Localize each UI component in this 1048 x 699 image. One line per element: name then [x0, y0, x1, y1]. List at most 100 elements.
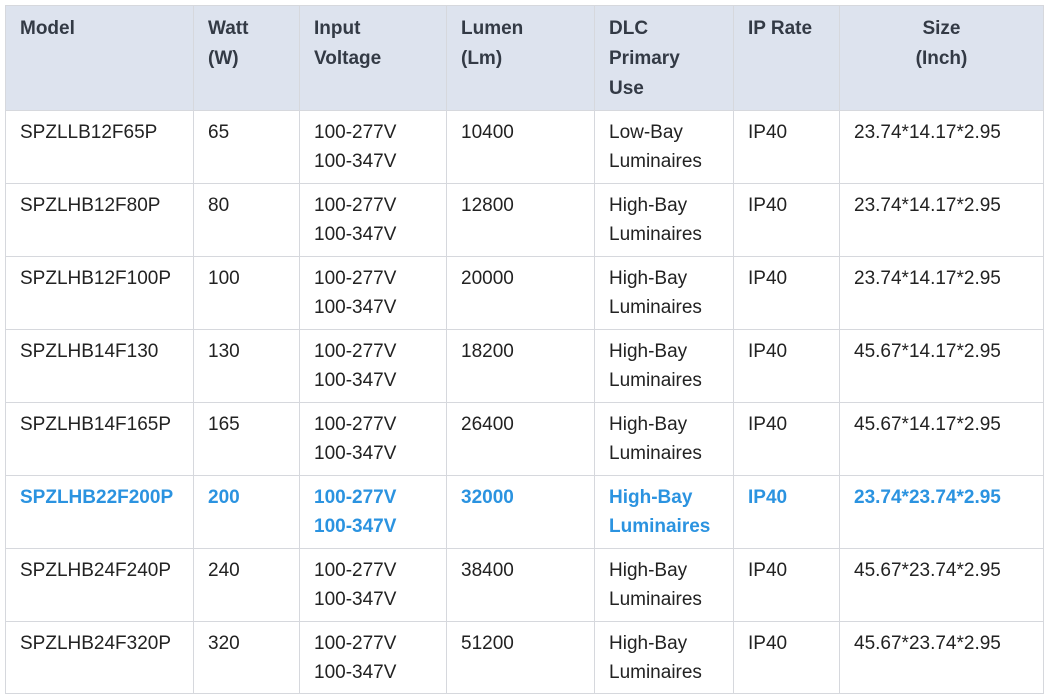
- dlc-use-text: High-Bay: [609, 633, 688, 654]
- ip-rate-text: IP40: [748, 414, 788, 435]
- model-text: SPZLHB12F100P: [20, 268, 172, 289]
- dlc-use-cell: High-Bay Luminaires: [594, 402, 734, 476]
- product-spec-table: Model Watt (W) Input Voltage Lumen (Lm) …: [5, 5, 1044, 694]
- lumen-text: 10400: [461, 122, 514, 143]
- size-text: 45.67*23.74*2.95: [854, 560, 1001, 581]
- voltage-cell: 100-277V 100-347V: [299, 621, 447, 694]
- size-cell: 45.67*14.17*2.95: [839, 402, 1044, 476]
- dlc-use-cell: High-Bay Luminaires: [594, 329, 734, 403]
- size-cell: 45.67*23.74*2.95: [839, 548, 1044, 622]
- ip-rate-text: IP40: [748, 487, 788, 508]
- table-header-row: Model Watt (W) Input Voltage Lumen (Lm) …: [5, 5, 1044, 111]
- size-cell: 45.67*14.17*2.95: [839, 329, 1044, 403]
- dlc-use-text: Luminaires: [609, 516, 711, 537]
- lumen-text: 20000: [461, 268, 514, 289]
- header-input-voltage: Input Voltage: [299, 5, 447, 111]
- watt-text: 200: [208, 487, 240, 508]
- lumen-text: 51200: [461, 633, 514, 654]
- watt-text: 130: [208, 341, 240, 362]
- dlc-use-text: Luminaires: [609, 662, 702, 683]
- lumen-cell: 20000: [446, 256, 595, 330]
- ip-rate-cell: IP40: [733, 110, 840, 184]
- watt-cell: 320: [193, 621, 300, 694]
- watt-text: 165: [208, 414, 240, 435]
- model-cell: SPZLHB24F240P: [5, 548, 194, 622]
- header-lumen: Lumen (Lm): [446, 5, 595, 111]
- model-cell: SPZLHB22F200P: [5, 475, 194, 549]
- dlc-use-text: High-Bay: [609, 195, 688, 216]
- lumen-cell: 51200: [446, 621, 595, 694]
- size-text: 23.74*23.74*2.95: [854, 487, 1001, 508]
- dlc-use-text: Low-Bay: [609, 122, 683, 143]
- ip-rate-cell: IP40: [733, 183, 840, 257]
- dlc-use-cell: High-Bay Luminaires: [594, 548, 734, 622]
- lumen-text: 12800: [461, 195, 514, 216]
- lumen-text: 32000: [461, 487, 514, 508]
- lumen-cell: 38400: [446, 548, 595, 622]
- table-row-highlighted: SPZLHB22F200P 200 100-277V 100-347V 32000 Hig…: [5, 475, 1044, 549]
- header-dlc-primary-use: DLC Primary Use: [594, 5, 734, 111]
- model-text: SPZLHB24F320P: [20, 633, 172, 654]
- model-text: SPZLHB14F130: [20, 341, 159, 362]
- header-size: Size (Inch): [839, 5, 1044, 111]
- ip-rate-text: IP40: [748, 633, 788, 654]
- dlc-use-text: Luminaires: [609, 370, 702, 391]
- model-cell: SPZLHB14F130: [5, 329, 194, 403]
- size-cell: 23.74*14.17*2.95: [839, 110, 1044, 184]
- voltage-text: 100-277V: [314, 268, 397, 289]
- watt-text: 65: [208, 122, 230, 143]
- lumen-cell: 26400: [446, 402, 595, 476]
- table-row: SPZLHB12F100P 100 100-277V 100-347V 20000 Hig…: [5, 256, 1044, 330]
- dlc-use-cell: High-Bay Luminaires: [594, 256, 734, 330]
- size-cell: 45.67*23.74*2.95: [839, 621, 1044, 694]
- voltage-text: 100-347V: [314, 516, 397, 537]
- voltage-text: 100-277V: [314, 195, 397, 216]
- dlc-use-text: Luminaires: [609, 297, 702, 318]
- voltage-text: 100-347V: [314, 443, 397, 464]
- dlc-use-text: High-Bay: [609, 268, 688, 289]
- ip-rate-cell: IP40: [733, 475, 840, 549]
- watt-cell: 130: [193, 329, 300, 403]
- voltage-cell: 100-277V 100-347V: [299, 548, 447, 622]
- watt-cell: 100: [193, 256, 300, 330]
- ip-rate-text: IP40: [748, 341, 788, 362]
- spec-table-container: Model Watt (W) Input Voltage Lumen (Lm) …: [5, 5, 1044, 694]
- dlc-use-text: High-Bay: [609, 414, 688, 435]
- ip-rate-text: IP40: [748, 195, 788, 216]
- voltage-cell: 100-277V 100-347V: [299, 256, 447, 330]
- model-text: SPZLLB12F65P: [20, 122, 158, 143]
- ip-rate-cell: IP40: [733, 402, 840, 476]
- ip-rate-text: IP40: [748, 122, 788, 143]
- lumen-text: 18200: [461, 341, 514, 362]
- lumen-text: 38400: [461, 560, 514, 581]
- lumen-cell: 12800: [446, 183, 595, 257]
- dlc-use-text: High-Bay: [609, 487, 693, 508]
- table-row: SPZLLB12F65P 65 100-277V 100-347V 10400 Low-B…: [5, 110, 1044, 184]
- table-row: SPZLHB24F320P 320 100-277V 100-347V 51200 Hig…: [5, 621, 1044, 694]
- size-text: 23.74*14.17*2.95: [854, 195, 1001, 216]
- size-cell: 23.74*23.74*2.95: [839, 475, 1044, 549]
- watt-cell: 240: [193, 548, 300, 622]
- model-cell: SPZLHB12F80P: [5, 183, 194, 257]
- header-watt: Watt (W): [193, 5, 300, 111]
- size-text: 23.74*14.17*2.95: [854, 268, 1001, 289]
- watt-text: 240: [208, 560, 240, 581]
- ip-rate-text: IP40: [748, 560, 788, 581]
- voltage-text: 100-347V: [314, 370, 397, 391]
- model-text: SPZLHB12F80P: [20, 195, 161, 216]
- dlc-use-text: Luminaires: [609, 151, 702, 172]
- size-text: 45.67*23.74*2.95: [854, 633, 1001, 654]
- voltage-text: 100-277V: [314, 341, 397, 362]
- watt-cell: 80: [193, 183, 300, 257]
- size-text: 45.67*14.17*2.95: [854, 341, 1001, 362]
- table-row: SPZLHB24F240P 240 100-277V 100-347V 38400 Hig…: [5, 548, 1044, 622]
- voltage-text: 100-277V: [314, 560, 397, 581]
- voltage-text: 100-277V: [314, 633, 397, 654]
- voltage-cell: 100-277V 100-347V: [299, 329, 447, 403]
- watt-text: 80: [208, 195, 230, 216]
- ip-rate-text: IP40: [748, 268, 788, 289]
- voltage-cell: 100-277V 100-347V: [299, 183, 447, 257]
- table-row: SPZLHB14F165P 165 100-277V 100-347V 26400 Hig…: [5, 402, 1044, 476]
- voltage-text: 100-277V: [314, 122, 397, 143]
- voltage-cell: 100-277V 100-347V: [299, 402, 447, 476]
